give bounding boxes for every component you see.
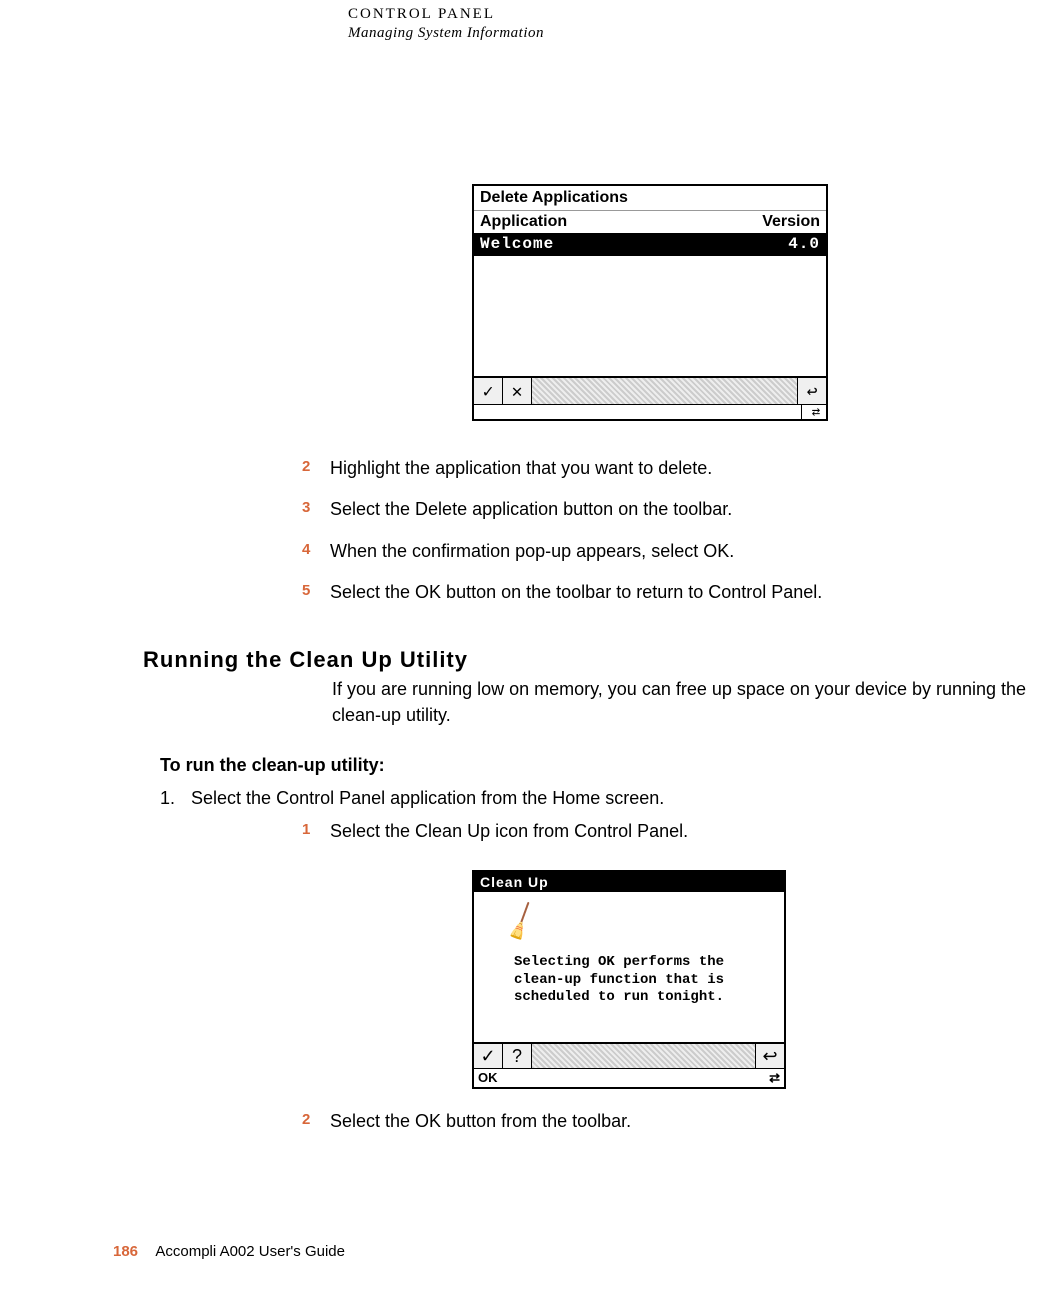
switch-icon: ⇄ <box>769 1070 780 1086</box>
col-application: Application <box>480 213 567 231</box>
switch-icon: ⇄ <box>806 405 826 419</box>
cleanup-steps-b: 2 Select the OK button from the toolbar. <box>302 1110 1042 1151</box>
cleanup-screenshot: Clean Up 🧹 Selecting OK performs the cle… <box>472 870 786 1089</box>
step-number: 2 <box>302 1110 330 1133</box>
step-5: 5 Select the OK button on the toolbar to… <box>302 581 1042 604</box>
toolbar: ✓ ✕ ↩ <box>474 376 826 404</box>
column-headers: Application Version <box>474 211 826 233</box>
page-header: CONTROL PANEL Managing System Informatio… <box>348 6 544 42</box>
step-4: 4 When the confirmation pop-up appears, … <box>302 540 1042 563</box>
manual-page: CONTROL PANEL Managing System Informatio… <box>0 0 1054 1292</box>
cleanup-steps-a: 1 Select the Clean Up icon from Control … <box>302 820 1042 861</box>
help-icon: ? <box>503 1044 532 1068</box>
col-version: Version <box>762 213 820 231</box>
ok-label: OK <box>478 1070 498 1086</box>
toolbar-spacer <box>532 378 797 404</box>
step-text: When the confirmation pop-up appears, se… <box>330 540 734 563</box>
window-title: Delete Applications <box>474 186 826 211</box>
step-text: Highlight the application that you want … <box>330 457 712 480</box>
back-icon: ↩ <box>797 378 826 404</box>
section-intro: If you are running low on memory, you ca… <box>332 676 1052 728</box>
delete-icon: ✕ <box>503 378 532 404</box>
step-number: 3 <box>302 498 330 521</box>
ok-icon: ✓ <box>474 378 503 404</box>
step-number: 5 <box>302 581 330 604</box>
delete-apps-screenshot: Delete Applications Application Version … <box>472 184 828 421</box>
step-text: Select the Clean Up icon from Control Pa… <box>330 820 688 843</box>
delete-steps: 2 Highlight the application that you wan… <box>302 457 1042 623</box>
step-2: 2 Highlight the application that you wan… <box>302 457 1042 480</box>
toolbar: ✓ ? ↩ <box>474 1042 784 1068</box>
step-3: 3 Select the Delete application button o… <box>302 498 1042 521</box>
window-body: 🧹 Selecting OK performs the clean-up fun… <box>474 892 784 1042</box>
row-app-name: Welcome <box>480 235 554 253</box>
procedure-step-1: 1. Select the Control Panel application … <box>160 788 664 809</box>
header-band <box>0 0 340 48</box>
back-icon: ↩ <box>755 1044 784 1068</box>
step-number: 1 <box>302 820 330 843</box>
step-number: 2 <box>302 457 330 480</box>
row-app-version: 4.0 <box>788 235 820 253</box>
header-chapter: CONTROL PANEL <box>348 6 544 23</box>
step-number-plain: 1. <box>160 788 186 809</box>
step-1: 1 Select the Clean Up icon from Control … <box>302 820 1042 843</box>
guide-title: Accompli A002 User's Guide <box>155 1243 345 1260</box>
ok-icon: ✓ <box>474 1044 503 1068</box>
list-body <box>474 255 826 376</box>
status-bar: ⇄ <box>474 404 826 419</box>
toolbar-spacer <box>532 1044 755 1068</box>
window-title: Clean Up <box>474 872 784 892</box>
step-text: Select the OK button on the toolbar to r… <box>330 581 822 604</box>
procedure-heading: To run the clean-up utility: <box>160 755 385 776</box>
page-footer: 186 Accompli A002 User's Guide <box>113 1243 345 1260</box>
cleanup-message: Selecting OK performs the clean-up funct… <box>514 954 764 1007</box>
step-number: 4 <box>302 540 330 563</box>
page-number: 186 <box>113 1243 138 1260</box>
step-text: Select the Control Panel application fro… <box>191 788 664 808</box>
selected-app-row: Welcome 4.0 <box>474 233 826 255</box>
section-heading: Running the Clean Up Utility <box>143 647 468 673</box>
step-text: Select the Delete application button on … <box>330 498 732 521</box>
status-bar: OK ⇄ <box>474 1068 784 1087</box>
step-text: Select the OK button from the toolbar. <box>330 1110 631 1133</box>
step-2: 2 Select the OK button from the toolbar. <box>302 1110 1042 1133</box>
broom-icon: 🧹 <box>499 900 545 945</box>
header-section: Managing System Information <box>348 25 544 42</box>
